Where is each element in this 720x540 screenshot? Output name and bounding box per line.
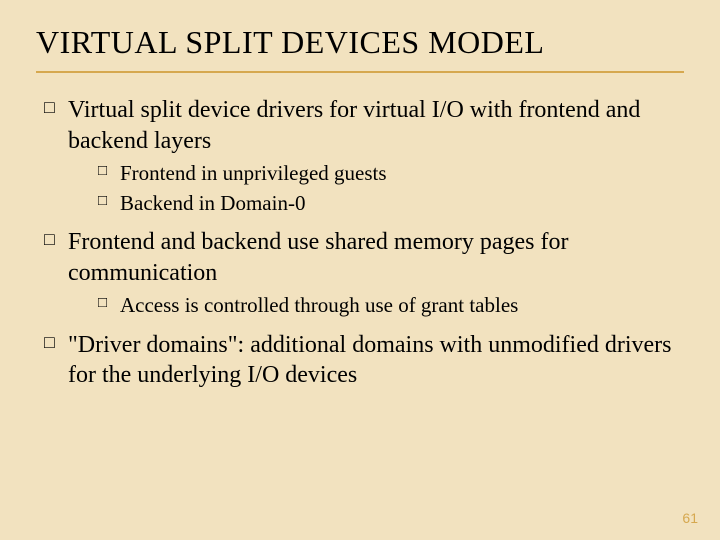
sub-list-item-text: Backend in Domain-0 [120,191,305,215]
slide-title: VIRTUAL SPLIT DEVICES MODEL [36,24,684,73]
sub-list-item-text: Frontend in unprivileged guests [120,161,387,185]
bullet-list: Virtual split device drivers for virtual… [36,95,684,391]
slide: VIRTUAL SPLIT DEVICES MODEL Virtual spli… [0,0,720,540]
list-item-text: Virtual split device drivers for virtual… [68,97,640,154]
list-item-text: Frontend and backend use shared memory p… [68,229,569,286]
sub-list-item-text: Access is controlled through use of gran… [120,293,518,317]
list-item-text: "Driver domains": additional domains wit… [68,332,672,389]
sub-list-item: Access is controlled through use of gran… [98,292,684,319]
list-item: Frontend and backend use shared memory p… [44,227,684,320]
list-item: "Driver domains": additional domains wit… [44,330,684,391]
list-item: Virtual split device drivers for virtual… [44,95,684,217]
sub-list-item: Frontend in unprivileged guests [98,160,684,187]
sub-list: Access is controlled through use of gran… [68,292,684,319]
sub-list: Frontend in unprivileged guests Backend … [68,160,684,217]
page-number: 61 [682,510,698,526]
sub-list-item: Backend in Domain-0 [98,190,684,217]
